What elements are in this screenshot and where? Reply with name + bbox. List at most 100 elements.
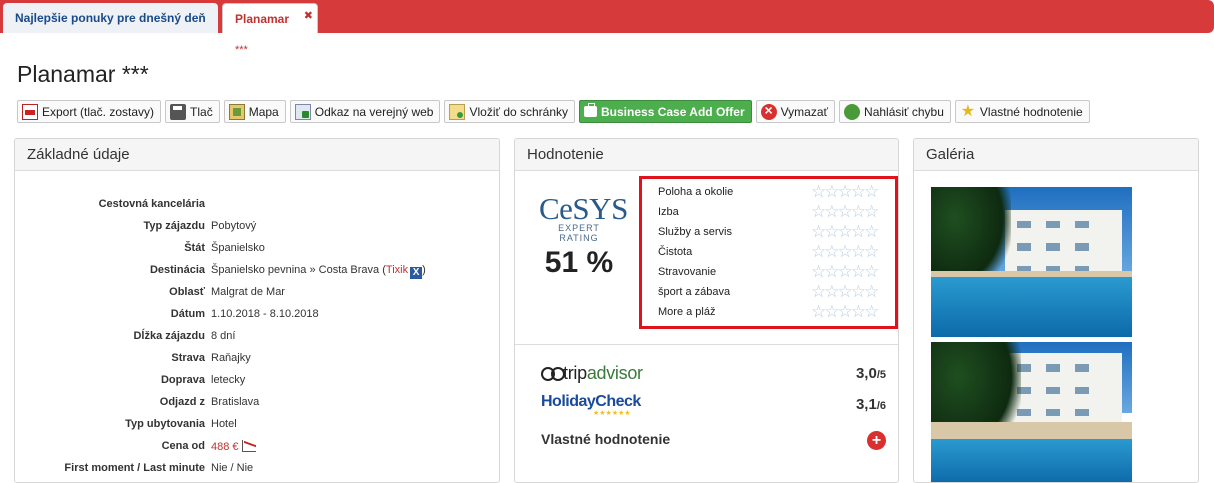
tripadvisor-score-max: /5 — [876, 369, 886, 381]
tab-planamar-stars: *** — [235, 44, 248, 56]
rating-category-label: More a pláž — [658, 306, 716, 318]
tab-planamar[interactable]: Planamar *** ✖ — [222, 1, 318, 56]
info-label: Štát — [184, 242, 205, 254]
rating-category-label: Izba — [658, 206, 679, 218]
info-label: Typ ubytovania — [125, 418, 205, 430]
own-rating-label: Vlastné hodnotenie — [541, 431, 671, 447]
info-label: First moment / Last minute — [64, 462, 205, 474]
rating-row: More a pláž ☆☆☆☆☆ — [642, 303, 895, 323]
category-ratings: Poloha a okolie ☆☆☆☆☆ Izba ☆☆☆☆☆ Služby a … — [639, 176, 898, 329]
action-toolbar: Export (tlač. zostavy) Tlač Mapa Odkaz n… — [17, 100, 1090, 123]
info-value-price: 488 € — [211, 440, 256, 453]
info-label: Cena od — [161, 440, 205, 452]
basic-info-panel: Základné údaje Cestovná kancelária Typ z… — [14, 138, 500, 483]
info-label: Dĺžka zájazdu — [133, 330, 205, 342]
map-icon — [228, 103, 245, 120]
info-label: Destinácia — [149, 264, 205, 276]
tripadvisor-row: tripadvisor 3,0/5 — [541, 363, 891, 385]
info-label: Doprava — [160, 374, 205, 386]
rating-row: šport a zábava ☆☆☆☆☆ — [642, 283, 895, 303]
holidaycheck-score: 3,1/6 — [856, 396, 886, 413]
info-label: Odjazd z — [159, 396, 205, 408]
tripadvisor-logo-main: trip — [563, 363, 587, 383]
info-value: Bratislava — [211, 396, 260, 408]
public-link-button-label: Odkaz na verejný web — [314, 104, 434, 119]
info-row-trip-type: Typ zájazdu Pobytový — [15, 217, 499, 239]
clipboard-button[interactable]: Vložiť do schránky — [444, 100, 576, 123]
gallery-photo[interactable] — [931, 187, 1132, 337]
tab-bar: Najlepšie ponuky pre dnešný deň Planamar… — [0, 0, 1214, 56]
report-bug-button[interactable]: Nahlásiť chybu — [839, 100, 951, 123]
rating-category-label: Poloha a okolie — [658, 186, 734, 198]
map-button-label: Mapa — [248, 104, 279, 119]
info-row-area: Oblasť Malgrat de Mar — [15, 283, 499, 305]
tab-planamar-label: Planamar — [235, 12, 290, 26]
rating-stars[interactable]: ☆☆☆☆☆ — [811, 303, 879, 320]
rating-stars[interactable]: ☆☆☆☆☆ — [811, 203, 879, 220]
page-title: Planamar *** — [17, 61, 149, 87]
rating-category-label: Čistota — [658, 246, 693, 258]
cesys-logo: CeSYS — [539, 191, 628, 226]
rating-row: Poloha a okolie ☆☆☆☆☆ — [642, 183, 895, 203]
gallery-photo[interactable] — [931, 342, 1132, 482]
tripadvisor-logo: tripadvisor — [541, 363, 643, 384]
holidaycheck-score-max: /6 — [876, 400, 886, 412]
briefcase-icon — [584, 103, 598, 117]
holidaycheck-row: HolidayCheck ★★★★★★ 3,1/6 — [541, 393, 891, 418]
info-label: Dátum — [170, 308, 205, 320]
info-row-country: Štát Španielsko — [15, 239, 499, 261]
holidaycheck-logo: HolidayCheck ★★★★★★ — [541, 393, 641, 418]
rating-stars[interactable]: ☆☆☆☆☆ — [811, 283, 879, 300]
delete-icon — [760, 102, 777, 120]
delete-button-label: Vymazať — [780, 104, 829, 119]
map-button[interactable]: Mapa — [223, 100, 286, 123]
info-row-price: Cena od 488 € — [15, 437, 499, 459]
own-rating-button[interactable]: ★ Vlastné hodnotenie — [954, 100, 1090, 123]
rating-stars[interactable]: ☆☆☆☆☆ — [811, 183, 879, 200]
rating-stars[interactable]: ☆☆☆☆☆ — [811, 243, 879, 260]
tripadvisor-logo-accent: advisor — [586, 363, 643, 383]
info-value: 1.10.2018 - 8.10.2018 — [211, 308, 319, 320]
clipboard-icon — [449, 103, 466, 120]
rating-row: Stravovanie ☆☆☆☆☆ — [642, 263, 895, 283]
business-case-button-label: Business Case Add Offer — [601, 104, 745, 119]
print-button[interactable]: Tlač — [165, 100, 220, 123]
rating-category-label: Stravovanie — [658, 266, 717, 278]
rating-category-label: Služby a servis — [658, 226, 732, 238]
add-own-rating-button[interactable]: + — [867, 431, 886, 450]
public-link-button[interactable]: Odkaz na verejný web — [289, 100, 441, 123]
info-value: Nie / Nie — [211, 462, 254, 474]
export-button-label: Export (tlač. zostavy) — [42, 104, 155, 119]
info-value: Raňajky — [211, 352, 251, 364]
info-row-agency: Cestovná kancelária — [15, 195, 499, 217]
delete-button[interactable]: Vymazať — [755, 100, 836, 123]
export-button[interactable]: Export (tlač. zostavy) — [17, 100, 162, 123]
rating-panel: Hodnotenie CeSYS EXPERT RATING 51 % Polo… — [514, 138, 899, 483]
rating-divider — [515, 344, 898, 345]
rating-heading: Hodnotenie — [515, 139, 898, 171]
cesys-percent: 51 % — [544, 246, 614, 279]
own-rating-button-label: Vlastné hodnotenie — [979, 104, 1083, 119]
pdf-icon — [22, 103, 38, 120]
info-label: Typ zájazdu — [143, 220, 205, 232]
info-row-accommodation: Typ ubytovania Hotel — [15, 415, 499, 437]
tab-best-offers-label: Najlepšie ponuky pre dnešný deň — [15, 11, 206, 25]
clipboard-button-label: Vložiť do schránky — [469, 104, 569, 119]
info-value: letecky — [211, 374, 246, 386]
business-case-button[interactable]: Business Case Add Offer — [579, 100, 752, 123]
tixik-link[interactable]: Tixik — [386, 264, 408, 276]
basic-info-heading: Základné údaje — [15, 139, 499, 171]
report-bug-button-label: Nahlásiť chybu — [864, 104, 944, 119]
rating-stars[interactable]: ☆☆☆☆☆ — [811, 223, 879, 240]
cesys-subtitle: EXPERT RATING — [558, 223, 600, 243]
holidaycheck-logo-text: HolidayCheck — [541, 393, 641, 410]
info-label: Cestovná kancelária — [98, 198, 205, 210]
price-chart-icon[interactable] — [241, 440, 256, 452]
close-icon[interactable]: ✖ — [304, 1, 313, 31]
rating-row: Služby a servis ☆☆☆☆☆ — [642, 223, 895, 243]
tixik-icon[interactable]: X — [410, 267, 423, 279]
tab-best-offers[interactable]: Najlepšie ponuky pre dnešný deň — [3, 3, 218, 33]
rating-stars[interactable]: ☆☆☆☆☆ — [811, 263, 879, 280]
destination-text: Španielsko pevnina » Costa Brava — [211, 264, 380, 276]
bug-icon — [844, 103, 861, 120]
